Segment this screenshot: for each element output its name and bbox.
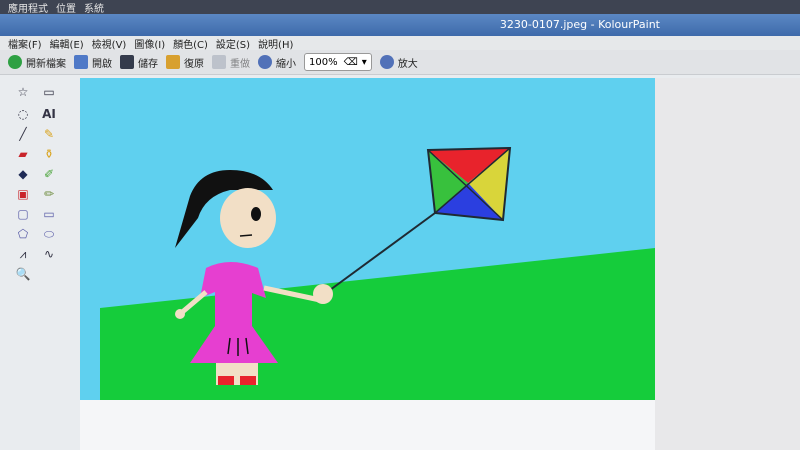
girl-mouth xyxy=(239,234,253,237)
airbrush-tool[interactable]: ✐ xyxy=(40,166,58,182)
undo-icon xyxy=(166,55,180,69)
polyline-tool[interactable]: ⩘ xyxy=(14,246,32,262)
kite xyxy=(426,146,512,222)
panel-menu-places[interactable]: 位置 xyxy=(56,0,76,15)
open-folder-icon xyxy=(74,55,88,69)
color-eraser-tool[interactable]: ✏ xyxy=(40,186,58,202)
save-button[interactable]: 儲存 xyxy=(120,55,158,70)
toolbox: ☆ ▭ ◌ AI ╱ ✎ ▰ ⚱ ◆ ✐ ▣ ✏ ▢ ▭ ⬠ ⬭ ⩘ ∿ 🔍 xyxy=(14,84,76,284)
flood-fill-tool[interactable]: ⚱ xyxy=(40,146,58,162)
menu-settings[interactable]: 設定(S) xyxy=(216,36,250,51)
canvas-area[interactable] xyxy=(80,78,800,450)
rectangle-tool[interactable]: ▭ xyxy=(40,206,58,222)
brush-tool[interactable]: ▰ xyxy=(14,146,32,162)
girl-face xyxy=(220,188,276,248)
canvas-margin xyxy=(80,400,655,450)
ellipse-select-tool[interactable]: ◌ xyxy=(14,106,32,122)
girl-left-hand xyxy=(175,309,185,319)
line-tool[interactable]: ╱ xyxy=(14,126,32,142)
menu-help[interactable]: 說明(H) xyxy=(258,36,293,51)
open-button[interactable]: 開啟 xyxy=(74,55,112,70)
menu-file[interactable]: 檔案(F) xyxy=(8,36,42,51)
open-button-label: 開啟 xyxy=(92,58,112,70)
ellipse-tool[interactable]: ⬭ xyxy=(40,226,58,242)
redo-button-label: 重做 xyxy=(230,58,250,70)
zoom-in-button[interactable]: 放大 xyxy=(379,55,418,70)
chevron-down-icon: ▾ xyxy=(361,56,367,68)
menu-bar: 檔案(F) 編輯(E) 檢視(V) 圖像(I) 顏色(C) 設定(S) 說明(H… xyxy=(0,36,800,51)
top-panel: 應用程式 位置 系統 xyxy=(0,0,800,15)
new-button-label: 開新檔案 xyxy=(26,58,66,70)
menu-image[interactable]: 圖像(I) xyxy=(134,36,165,51)
girl-left-shoe xyxy=(218,376,234,385)
undo-button[interactable]: 復原 xyxy=(166,55,204,70)
girl-right-shoe xyxy=(240,376,256,385)
drawing-canvas[interactable] xyxy=(80,78,655,400)
eraser-tool[interactable]: ◆ xyxy=(14,166,32,182)
free-select-tool[interactable]: ☆ xyxy=(14,84,32,100)
drawing xyxy=(100,146,655,400)
girl-right-hand xyxy=(313,284,333,304)
undo-button-label: 復原 xyxy=(184,58,204,70)
new-button[interactable]: 開新檔案 xyxy=(8,55,66,70)
menu-view[interactable]: 檢視(V) xyxy=(92,36,127,51)
zoom-out-label: 縮小 xyxy=(276,58,296,70)
zoom-out-button[interactable]: 縮小 xyxy=(258,55,296,70)
redo-icon xyxy=(212,55,226,69)
zoom-in-icon xyxy=(379,55,394,69)
zoom-in-label: 放大 xyxy=(397,58,418,70)
zoom-tool[interactable]: 🔍 xyxy=(14,266,32,282)
curve-tool[interactable]: ∿ xyxy=(40,246,58,262)
pen-tool[interactable]: ✎ xyxy=(40,126,58,142)
main-toolbar: 開新檔案 開啟 儲存 復原 重做 縮小 100% ⌫ ▾ 放大 xyxy=(0,50,800,75)
text-tool[interactable]: AI xyxy=(40,106,58,122)
menu-edit[interactable]: 編輯(E) xyxy=(50,36,84,51)
save-button-label: 儲存 xyxy=(138,58,158,70)
polygon-tool[interactable]: ⬠ xyxy=(14,226,32,242)
window-title: 3230-0107.jpeg - KolourPaint xyxy=(499,18,660,31)
girl-eye xyxy=(251,207,261,221)
save-disk-icon xyxy=(120,55,134,69)
menu-colors[interactable]: 顏色(C) xyxy=(173,36,208,51)
new-file-icon xyxy=(8,55,22,69)
window-titlebar[interactable]: 3230-0107.jpeg - KolourPaint xyxy=(0,14,800,36)
zoom-level-value: 100% xyxy=(309,56,338,68)
rounded-rect-tool[interactable]: ▢ xyxy=(14,206,32,222)
rect-select-tool[interactable]: ▭ xyxy=(40,84,58,100)
panel-menu-applications[interactable]: 應用程式 xyxy=(8,0,48,15)
redo-button[interactable]: 重做 xyxy=(212,55,250,70)
panel-menu-system[interactable]: 系統 xyxy=(84,0,104,15)
grass-field xyxy=(100,248,655,400)
clear-icon: ⌫ xyxy=(343,56,358,68)
color-picker-tool[interactable]: ▣ xyxy=(14,186,32,202)
zoom-level-select[interactable]: 100% ⌫ ▾ xyxy=(304,53,372,71)
zoom-out-icon xyxy=(258,55,272,69)
